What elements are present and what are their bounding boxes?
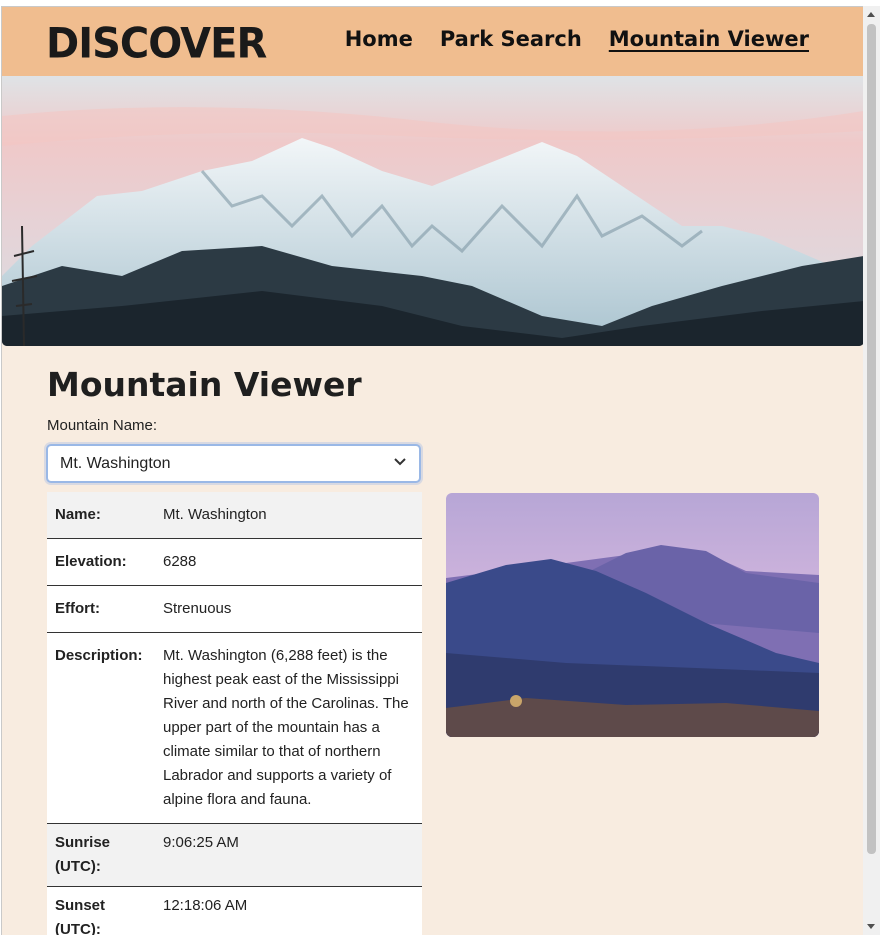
table-row: Effort: Strenuous — [47, 585, 422, 633]
browser-viewport: DISCOVER Home Park Search Mountain Viewe… — [1, 6, 863, 935]
nav-park-search-link[interactable]: Park Search — [440, 27, 582, 51]
mountain-select[interactable]: Mt. Washington — [46, 444, 421, 483]
table-row: Sunrise (UTC): 9:06:25 AM — [47, 823, 422, 887]
brand-logo[interactable]: DISCOVER — [46, 20, 267, 68]
scroll-down-icon[interactable] — [867, 924, 875, 929]
elevation-value: 6288 — [163, 553, 197, 570]
mountain-name-label: Mountain Name: — [47, 417, 158, 434]
nav-links: Home Park Search Mountain Viewer — [345, 27, 809, 51]
hero-mountain-image — [2, 76, 863, 346]
sunset-value: 12:18:06 AM — [163, 897, 248, 914]
effort-value: Strenuous — [163, 600, 232, 617]
nav-home-link[interactable]: Home — [345, 27, 413, 51]
name-value: Mt. Washington — [163, 506, 267, 523]
effort-key: Effort: — [55, 600, 100, 617]
sunrise-key: Sunrise (UTC): — [55, 834, 111, 875]
table-row: Name: Mt. Washington — [47, 492, 422, 539]
vertical-scrollbar[interactable] — [863, 6, 880, 935]
chevron-down-icon — [393, 455, 407, 474]
mountain-select-value: Mt. Washington — [60, 455, 171, 472]
sunset-key: Sunset (UTC): — [55, 897, 106, 935]
elevation-key: Elevation: — [55, 553, 127, 570]
table-row: Elevation: 6288 — [47, 538, 422, 586]
description-key: Description: — [55, 647, 143, 664]
scroll-up-icon[interactable] — [867, 12, 875, 17]
table-row: Description: Mt. Washington (6,288 feet)… — [47, 632, 422, 824]
sunrise-value: 9:06:25 AM — [163, 834, 239, 851]
mountain-details-table: Name: Mt. Washington Elevation: 6288 Eff… — [47, 492, 422, 935]
mountain-photo — [446, 493, 819, 737]
description-value: Mt. Washington (6,288 feet) is the highe… — [163, 647, 409, 808]
nav-mountain-viewer-link[interactable]: Mountain Viewer — [609, 27, 809, 51]
name-key: Name: — [55, 506, 101, 523]
table-row: Sunset (UTC): 12:18:06 AM — [47, 886, 422, 935]
page-title: Mountain Viewer — [47, 365, 362, 404]
navbar: DISCOVER Home Park Search Mountain Viewe… — [2, 7, 863, 76]
scroll-thumb[interactable] — [867, 24, 876, 854]
